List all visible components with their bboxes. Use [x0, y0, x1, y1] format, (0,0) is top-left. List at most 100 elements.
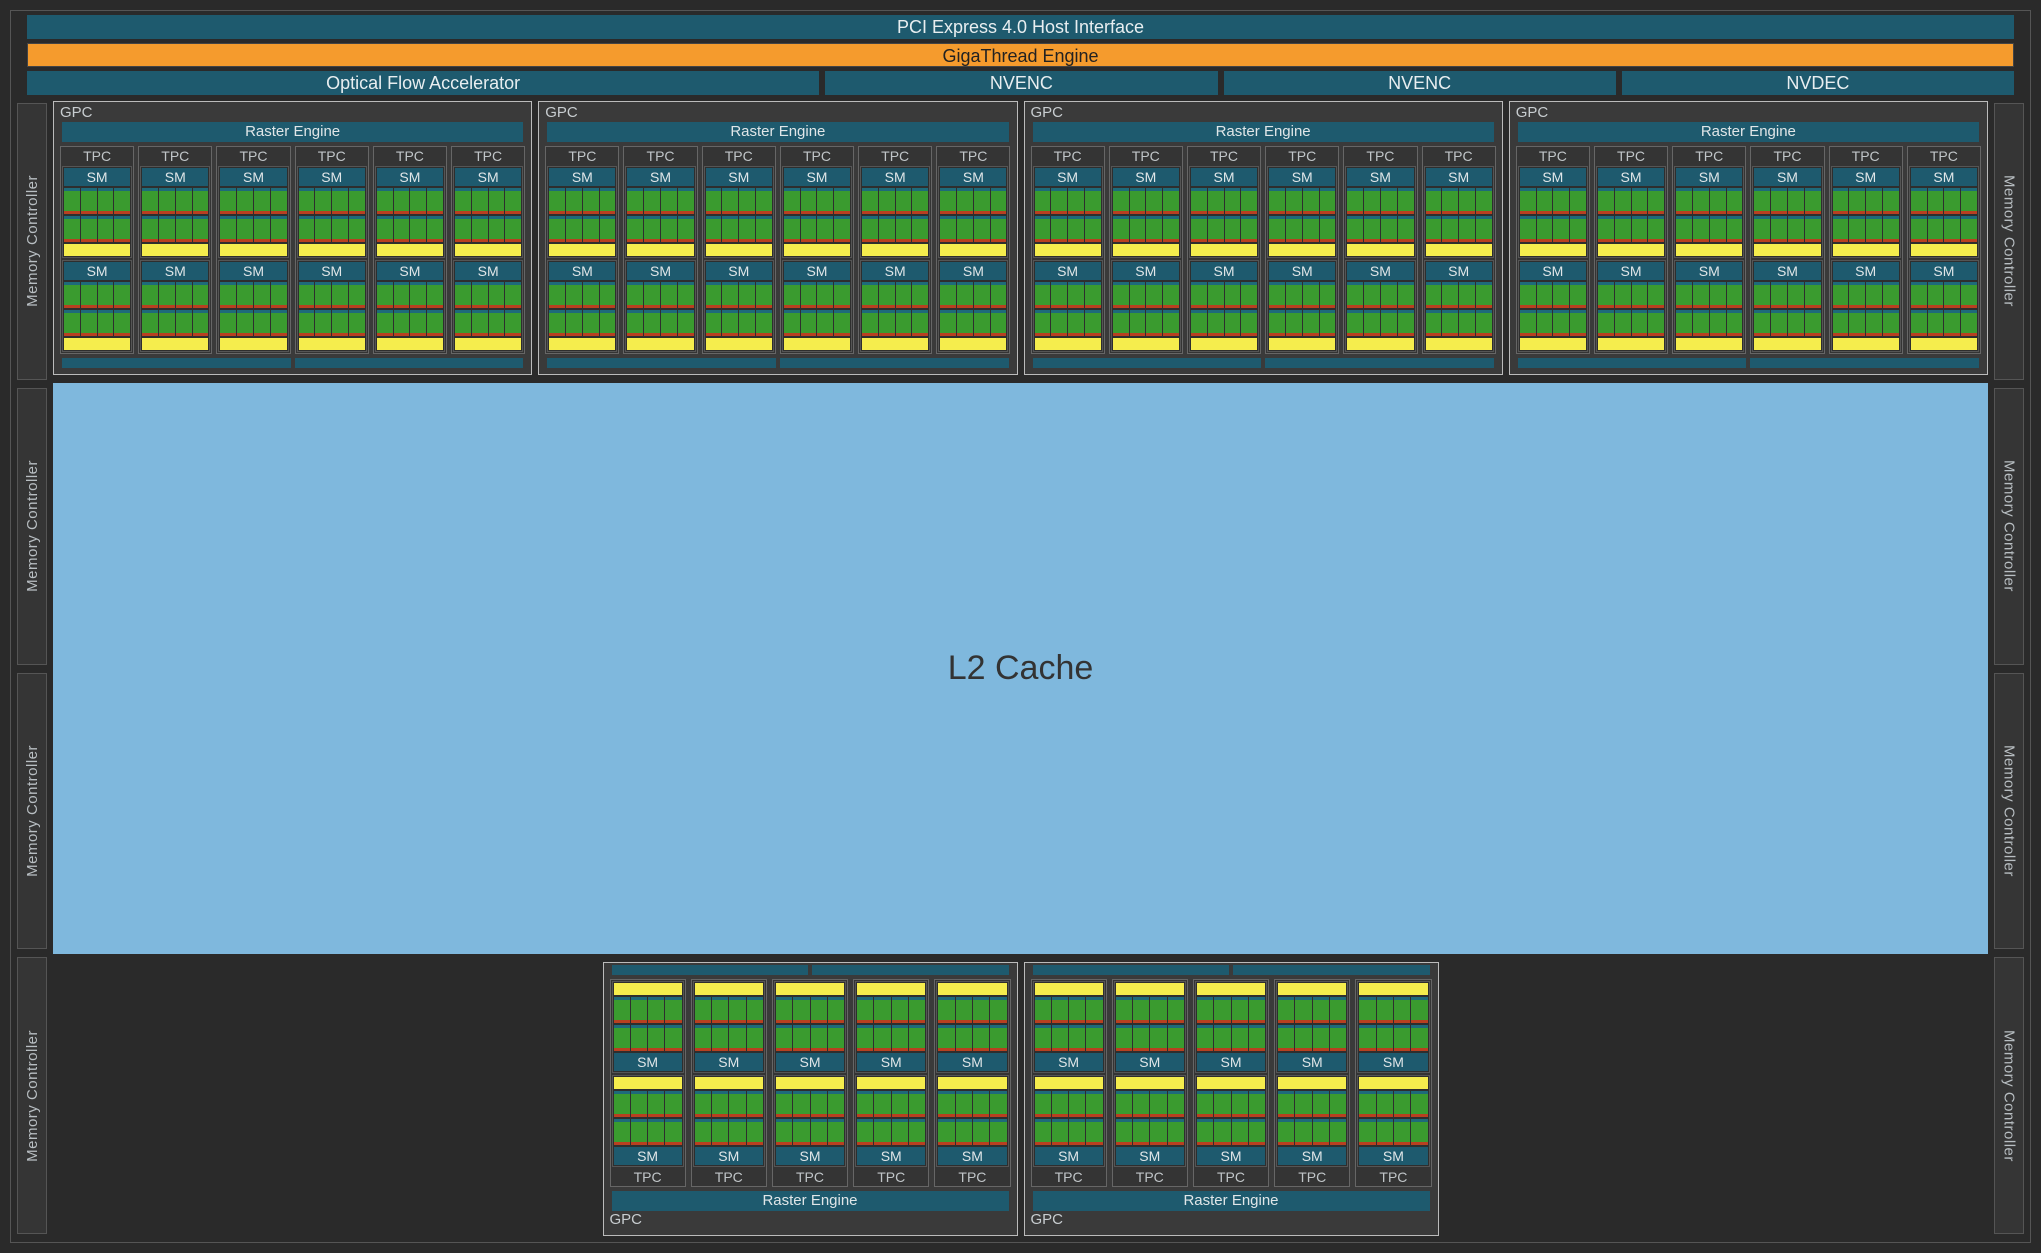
- cuda-core-column: [254, 282, 270, 308]
- cuda-core-column: [1113, 282, 1129, 308]
- cuda-core-column: [1150, 1119, 1166, 1145]
- raster-engine: Raster Engine: [1518, 122, 1979, 142]
- cuda-core-column: [1520, 216, 1536, 242]
- sm-block: SM: [938, 260, 1008, 352]
- cuda-core-column: [1086, 997, 1102, 1023]
- sm-core-row: [940, 216, 1006, 242]
- sm-block: SM: [62, 166, 132, 258]
- cuda-core-column: [828, 1091, 844, 1117]
- cuda-core-column: [909, 1091, 925, 1117]
- cuda-core-column: [1883, 188, 1899, 214]
- memory-controller: Memory Controller: [17, 957, 47, 1234]
- cuda-core-column: [1249, 1025, 1265, 1051]
- sm-cache-bar: [938, 1077, 1006, 1089]
- sm-label: SM: [1035, 1147, 1103, 1165]
- sm-core-row: [299, 310, 365, 336]
- cuda-core-column: [1278, 1119, 1294, 1145]
- tpc-block: TPCSMSM: [60, 146, 134, 354]
- sm-block: SM: [936, 981, 1008, 1073]
- sm-label: SM: [1116, 1147, 1184, 1165]
- sm-cache-bar: [784, 244, 850, 256]
- cuda-core-column: [1710, 188, 1726, 214]
- tpc-label: TPC: [1195, 1169, 1267, 1185]
- cuda-core-column: [874, 997, 890, 1023]
- sm-cache-bar: [1269, 244, 1335, 256]
- sm-label: SM: [1197, 1147, 1265, 1165]
- cuda-core-column: [1648, 216, 1664, 242]
- cuda-core-column: [695, 1119, 711, 1145]
- sm-core-row: [776, 997, 844, 1023]
- sm-block: SM: [704, 166, 774, 258]
- cuda-core-column: [489, 282, 505, 308]
- sm-cache-bar: [857, 1077, 925, 1089]
- cuda-core-column: [1116, 1091, 1132, 1117]
- sm-cache-bar: [549, 244, 615, 256]
- sm-label: SM: [1347, 168, 1413, 186]
- cuda-core-column: [410, 282, 426, 308]
- cuda-core-column: [1086, 1119, 1102, 1145]
- tpc-label: TPC: [1189, 148, 1259, 164]
- cuda-core-column: [940, 216, 956, 242]
- cuda-core-column: [114, 188, 130, 214]
- raster-engine: Raster Engine: [62, 122, 523, 142]
- sm-core-row: [1116, 997, 1184, 1023]
- sm-cache-bar: [377, 338, 443, 350]
- cuda-core-column: [938, 997, 954, 1023]
- sm-block: SM: [612, 981, 684, 1073]
- sm-cache-bar: [299, 244, 365, 256]
- sm-label: SM: [1833, 262, 1899, 280]
- sm-cache-bar: [776, 983, 844, 995]
- cuda-core-column: [1866, 188, 1882, 214]
- tpc-row: TPCSMSMTPCSMSMTPCSMSMTPCSMSMTPCSMSM: [1029, 979, 1434, 1187]
- cuda-core-column: [349, 216, 365, 242]
- cuda-core-column: [1241, 310, 1257, 336]
- cuda-core-column: [828, 1119, 844, 1145]
- sm-core-row: [1191, 216, 1257, 242]
- tpc-block: TPCSMSM: [1274, 979, 1350, 1187]
- cuda-core-column: [1278, 1091, 1294, 1117]
- cuda-core-column: [472, 282, 488, 308]
- sm-label: SM: [1269, 168, 1335, 186]
- cuda-core-column: [892, 1025, 908, 1051]
- sm-label: SM: [614, 1147, 682, 1165]
- sm-core-row: [1347, 282, 1413, 308]
- cuda-core-column: [332, 216, 348, 242]
- sm-core-row: [1833, 310, 1899, 336]
- cuda-core-column: [678, 282, 694, 308]
- cuda-core-column: [1330, 1091, 1346, 1117]
- sm-core-row: [1269, 216, 1335, 242]
- cuda-core-column: [729, 1119, 745, 1145]
- cuda-core-column: [614, 1091, 630, 1117]
- sm-block: SM: [140, 166, 210, 258]
- sm-core-row: [940, 188, 1006, 214]
- cuda-core-column: [549, 310, 565, 336]
- sm-block: SM: [1033, 981, 1105, 1073]
- sm-label: SM: [455, 168, 521, 186]
- cuda-core-column: [957, 310, 973, 336]
- cuda-core-column: [1961, 188, 1977, 214]
- gpc-block: GPCRaster EngineTPCSMSMTPCSMSMTPCSMSMTPC…: [1024, 962, 1439, 1236]
- cuda-core-column: [1295, 997, 1311, 1023]
- cuda-core-column: [973, 1119, 989, 1145]
- cuda-core-column: [1130, 282, 1146, 308]
- cuda-core-column: [1833, 310, 1849, 336]
- cuda-core-column: [489, 310, 505, 336]
- cuda-core-column: [678, 310, 694, 336]
- sm-label: SM: [1035, 168, 1101, 186]
- sm-block: SM: [1345, 260, 1415, 352]
- cuda-core-column: [1116, 997, 1132, 1023]
- tpc-label: TPC: [1357, 1169, 1429, 1185]
- cuda-core-column: [1313, 997, 1329, 1023]
- cuda-core-column: [1359, 1091, 1375, 1117]
- cuda-core-column: [817, 188, 833, 214]
- sm-core-row: [1269, 188, 1335, 214]
- cuda-core-column: [1411, 1025, 1427, 1051]
- sm-core-row: [857, 1119, 925, 1145]
- sm-cache-bar: [1676, 244, 1742, 256]
- gpc-block: GPCRaster EngineTPCSMSMTPCSMSMTPCSMSMTPC…: [1509, 101, 1988, 375]
- cuda-core-column: [1459, 282, 1475, 308]
- cuda-core-column: [857, 1119, 873, 1145]
- cuda-core-column: [706, 216, 722, 242]
- cuda-core-column: [271, 282, 287, 308]
- cuda-core-column: [631, 1119, 647, 1145]
